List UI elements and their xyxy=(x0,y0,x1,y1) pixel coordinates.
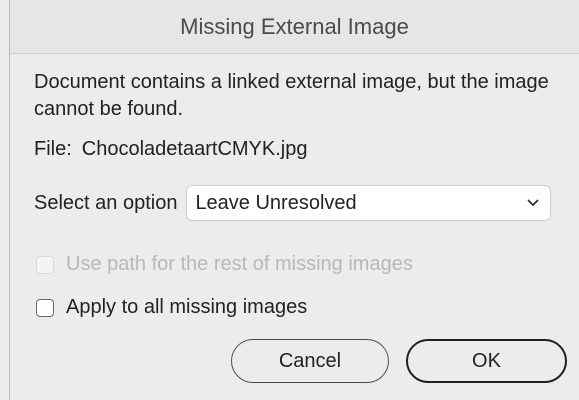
use-path-checkbox xyxy=(36,255,54,274)
apply-all-label[interactable]: Apply to all missing images xyxy=(66,296,307,319)
cancel-button[interactable]: Cancel xyxy=(231,339,389,383)
apply-all-checkbox[interactable] xyxy=(36,298,54,317)
option-select[interactable]: Leave Unresolved xyxy=(187,186,551,220)
ok-button[interactable]: OK xyxy=(406,339,567,383)
dialog-title: Missing External Image xyxy=(10,0,579,54)
apply-all-checkbox-row[interactable]: Apply to all missing images xyxy=(36,296,307,319)
file-label: File: xyxy=(34,138,72,160)
use-path-checkbox-row: Use path for the rest of missing images xyxy=(36,253,413,276)
option-selected-value: Leave Unresolved xyxy=(195,191,357,214)
option-label: Select an option xyxy=(34,191,178,214)
file-info: File: ChocoladetaartCMYK.jpg xyxy=(34,138,307,161)
option-row: Select an option Leave Unresolved xyxy=(34,186,551,220)
missing-image-dialog: Missing External Image Document contains… xyxy=(9,0,579,400)
file-name: ChocoladetaartCMYK.jpg xyxy=(81,138,308,160)
use-path-label: Use path for the rest of missing images xyxy=(66,253,413,275)
chevron-down-icon xyxy=(526,196,540,210)
message-text: Document contains a linked external imag… xyxy=(34,71,549,120)
